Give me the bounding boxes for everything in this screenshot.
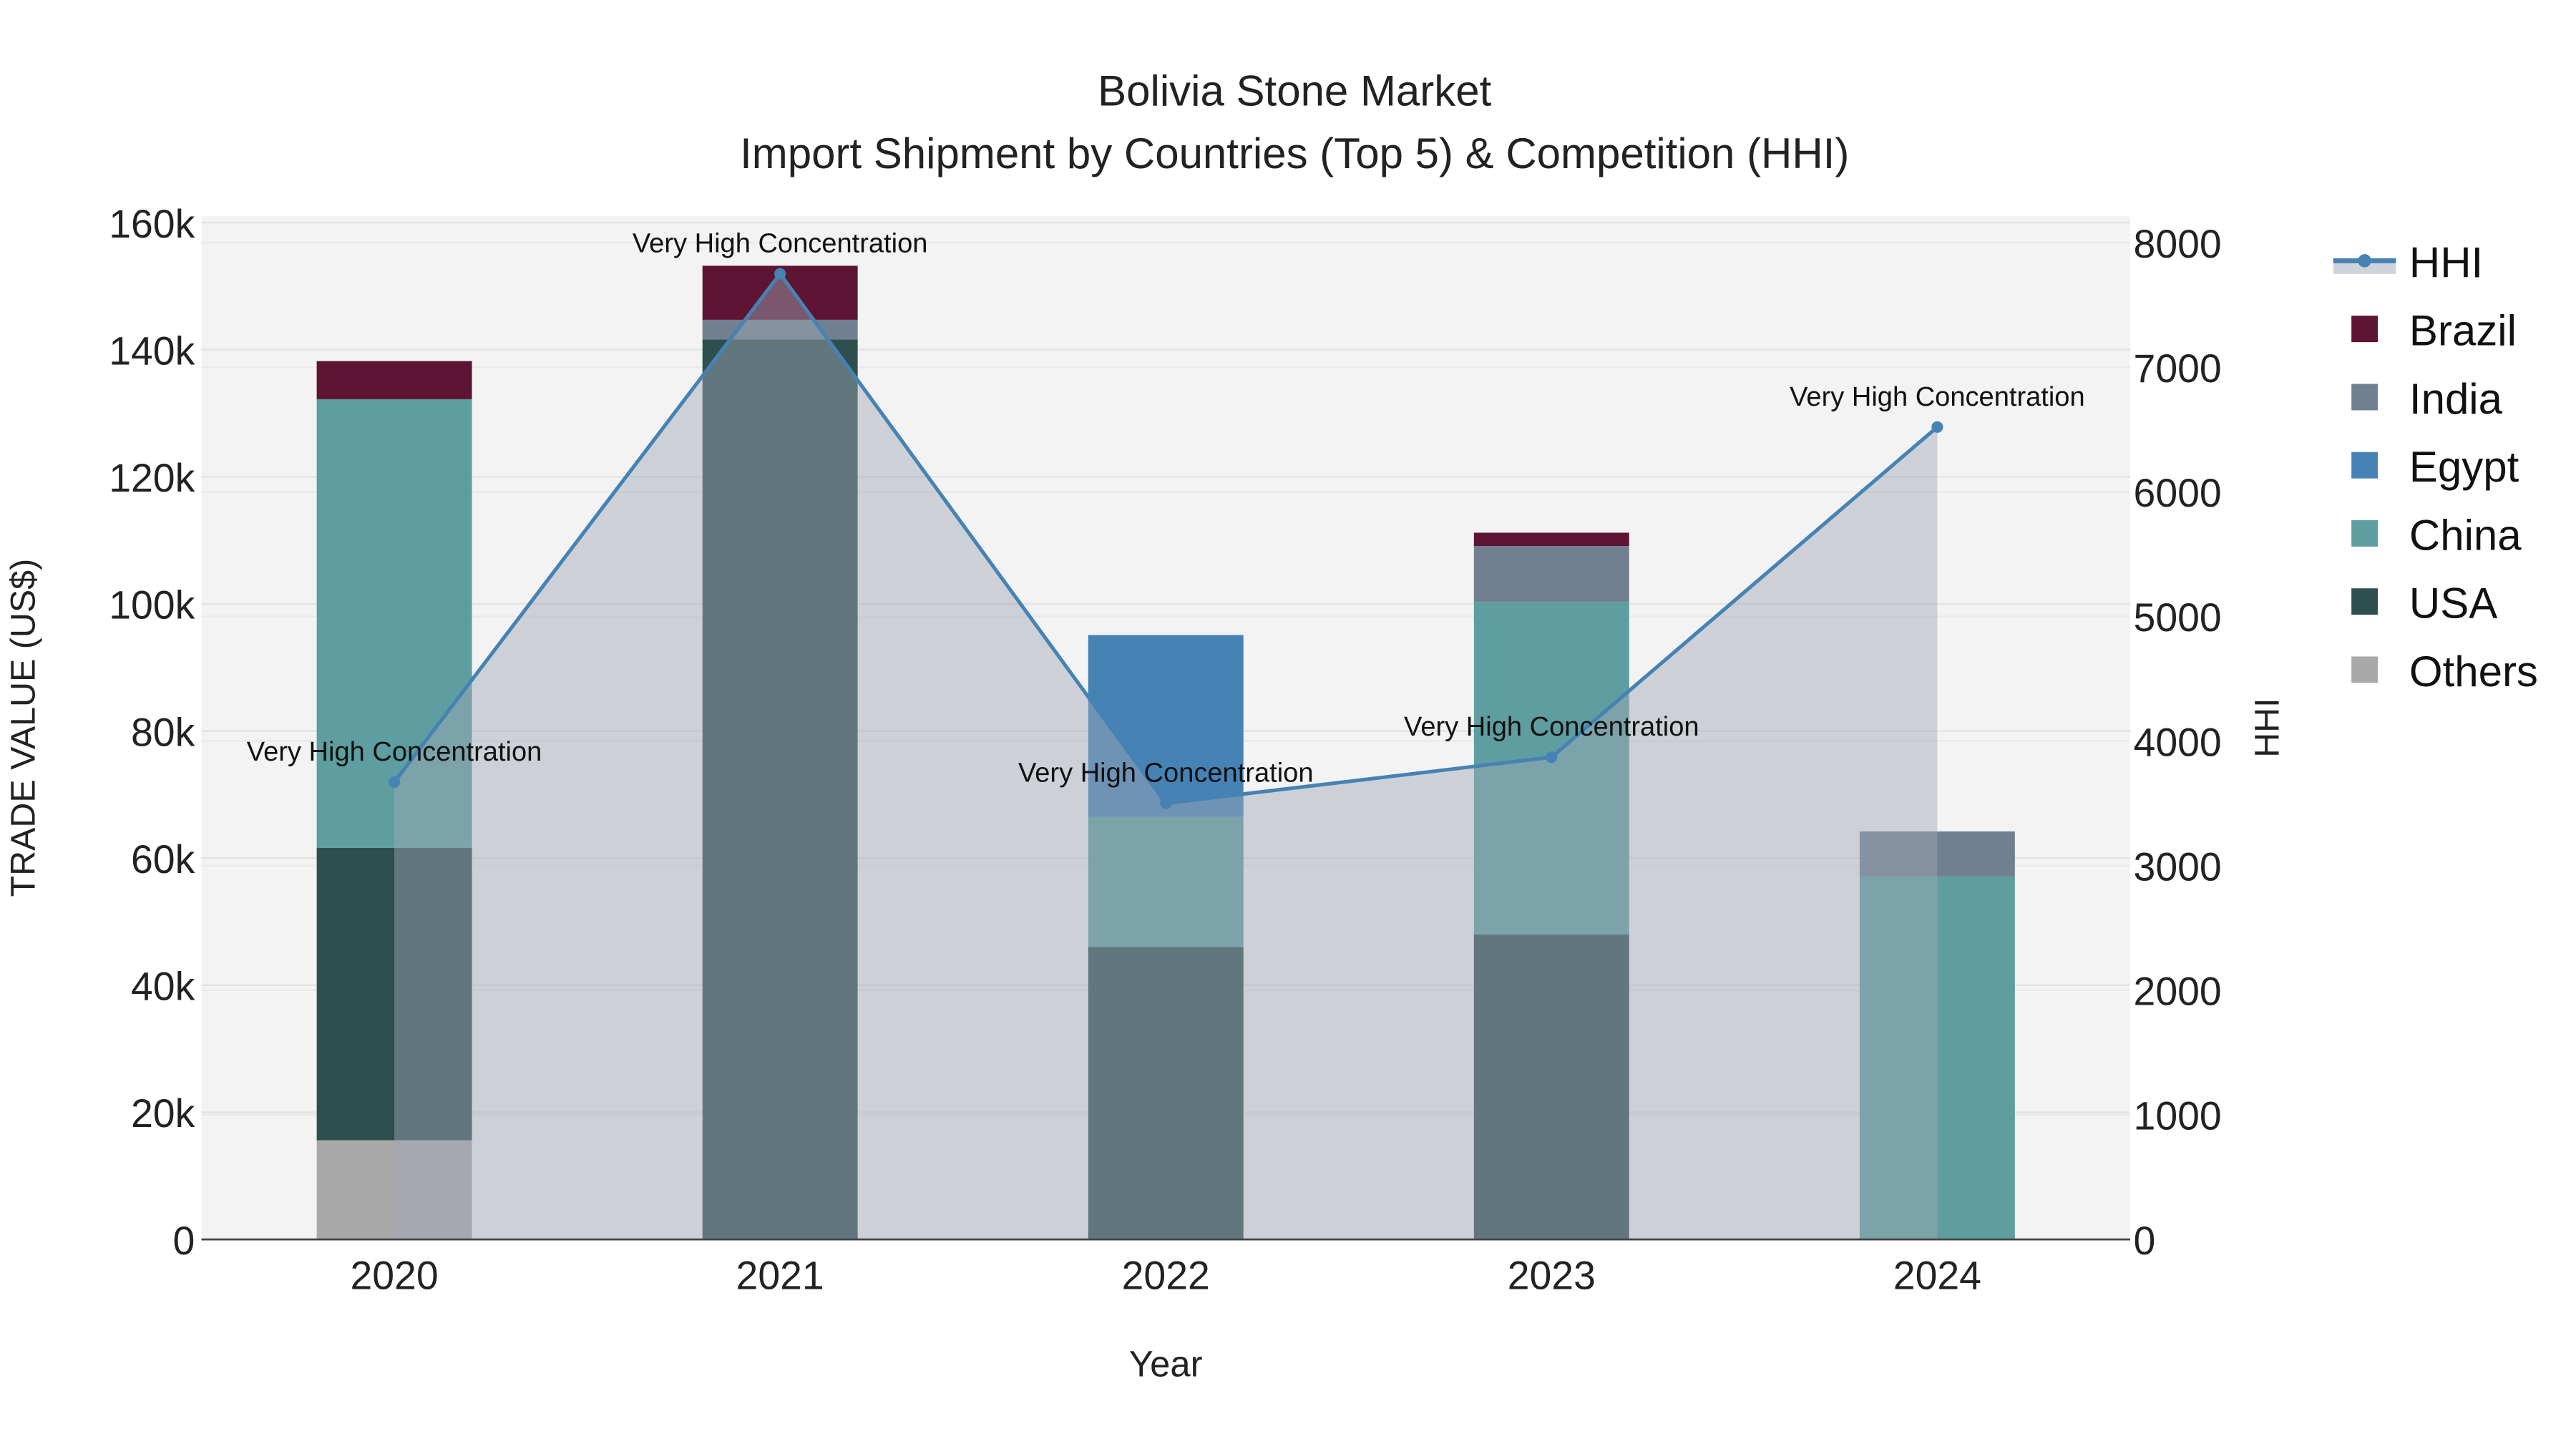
legend-label-usa: USA <box>2409 580 2497 628</box>
y2-tick-label: 1000 <box>2134 1094 2222 1138</box>
x-axis-ticks: 2020 2021 2022 2023 2024 <box>350 1253 1981 1297</box>
y-tick-label: 40k <box>131 965 195 1009</box>
legend-label-india: India <box>2409 375 2503 423</box>
legend-swatch-egypt <box>2351 452 2379 479</box>
y-tick-label: 80k <box>131 710 195 754</box>
y2-tick-label: 8000 <box>2134 222 2222 266</box>
y-tick-label: 100k <box>109 583 195 628</box>
hhi-annotation: Very High Concentration <box>1018 758 1314 789</box>
legend-label-brazil: Brazil <box>2409 307 2517 355</box>
x-axis-label: Year <box>1129 1344 1203 1385</box>
legend: HHI Brazil India Egypt China USA Others <box>2333 238 2538 696</box>
x-tick-label: 2022 <box>1122 1253 1210 1297</box>
y2-tick-label: 5000 <box>2134 595 2222 640</box>
hhi-annotation: Very High Concentration <box>633 229 928 259</box>
legend-swatch-china <box>2351 519 2379 547</box>
x-tick-label: 2020 <box>350 1253 438 1297</box>
y-tick-label: 120k <box>109 456 195 500</box>
hhi-point-2023 <box>1546 751 1558 763</box>
legend-swatch-india <box>2351 384 2379 411</box>
legend-label-china: China <box>2409 512 2522 560</box>
y2-tick-label: 3000 <box>2134 844 2222 889</box>
y-tick-label: 20k <box>131 1091 195 1136</box>
y2-axis-label: HHI <box>2248 698 2287 757</box>
hhi-point-2024 <box>1931 421 1943 433</box>
legend-swatch-others <box>2351 656 2379 683</box>
y-tick-label: 140k <box>109 328 195 373</box>
chart-title: Bolivia Stone Market <box>1098 67 1491 115</box>
legend-swatch-brazil <box>2351 316 2379 343</box>
legend-label-others: Others <box>2409 648 2538 696</box>
bar-brazil-2023 <box>1473 532 1629 547</box>
y-axis-ticks: 0 20k 40k 60k 80k 100k 120k 140k 160k <box>109 202 195 1263</box>
hhi-annotation: Very High Concentration <box>1404 712 1699 742</box>
legend-label-hhi: HHI <box>2409 238 2483 286</box>
y2-tick-label: 7000 <box>2134 346 2222 391</box>
x-tick-label: 2021 <box>736 1253 824 1297</box>
x-tick-label: 2023 <box>1508 1253 1596 1297</box>
hhi-point-2021 <box>774 268 786 280</box>
y2-axis-ticks: 0 1000 2000 3000 4000 5000 6000 7000 8000 <box>2134 222 2222 1263</box>
hhi-annotation: Very High Concentration <box>247 737 542 767</box>
y2-tick-label: 2000 <box>2134 970 2222 1014</box>
y-axis-label: TRADE VALUE (US$) <box>4 559 42 897</box>
y-tick-label: 60k <box>131 837 195 882</box>
bar-india-2023 <box>1473 546 1629 602</box>
hhi-point-2022 <box>1160 797 1172 809</box>
y2-tick-label: 0 <box>2134 1219 2156 1263</box>
y2-tick-label: 6000 <box>2134 471 2222 515</box>
legend-swatch-usa <box>2351 588 2379 615</box>
y-tick-label: 0 <box>173 1219 195 1263</box>
hhi-point-2020 <box>389 776 401 789</box>
y2-tick-label: 4000 <box>2134 720 2222 764</box>
hhi-annotation: Very High Concentration <box>1790 382 2085 412</box>
x-tick-label: 2024 <box>1893 1253 1981 1297</box>
legend-label-egypt: Egypt <box>2409 443 2519 491</box>
legend-hhi-marker <box>2358 254 2371 268</box>
y-tick-label: 160k <box>109 202 195 246</box>
bar-brazil-2020 <box>316 361 472 399</box>
chart: Bolivia Stone Market Import Shipment by … <box>4 67 2538 1385</box>
chart-subtitle: Import Shipment by Countries (Top 5) & C… <box>740 130 1849 177</box>
